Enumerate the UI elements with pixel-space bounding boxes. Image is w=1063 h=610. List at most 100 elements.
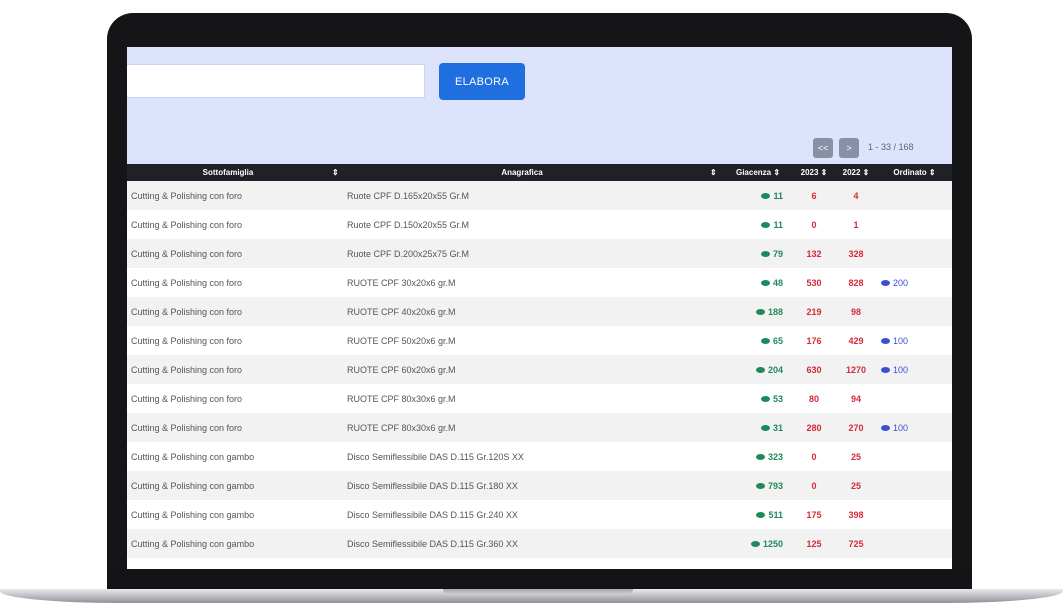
eye-icon[interactable]	[881, 425, 890, 432]
cell-spacer	[329, 529, 337, 558]
cell-year1: 0	[793, 210, 835, 239]
table-row[interactable]: Cutting & Polishing con foro RUOTE CPF 60…	[127, 355, 952, 384]
table-row[interactable]: Cutting & Polishing con foro RUOTE CPF 30…	[127, 268, 952, 297]
cell-spacer	[329, 384, 337, 413]
eye-icon[interactable]	[760, 251, 770, 258]
cell-year1: 125	[793, 529, 835, 558]
cell-spacer	[707, 529, 723, 558]
column-header-stock[interactable]: Giacenza ⇕	[723, 164, 793, 181]
table-row[interactable]: Cutting & Polishing con foro Ruote CPF D.…	[127, 210, 952, 239]
cell-year1: 630	[793, 355, 835, 384]
table-row[interactable]: Cutting & Polishing con foro Ruote CPF D.…	[127, 239, 952, 268]
table-row[interactable]: Cutting & Polishing con gambo Disco Semif…	[127, 500, 952, 529]
cell-year2: 429	[835, 326, 877, 355]
cell-spacer	[329, 268, 337, 297]
cell-orders: 100	[877, 355, 952, 384]
laptop-notch	[443, 589, 633, 595]
cell-orders	[877, 384, 952, 413]
eye-icon[interactable]	[755, 367, 765, 374]
cell-year2: 828	[835, 268, 877, 297]
cell-year1: 132	[793, 239, 835, 268]
cell-stock-value: 79	[772, 248, 783, 259]
table-header-row: Sottofamiglia ⇕ Anagrafica ⇕ Giacenza ⇕ …	[127, 164, 952, 181]
cell-year2: 328	[835, 239, 877, 268]
eye-icon[interactable]	[761, 222, 771, 229]
cell-year2: 25	[835, 471, 877, 500]
table-row[interactable]: Cutting & Polishing con foro RUOTE CPF 50…	[127, 326, 952, 355]
cell-year2: 725	[835, 529, 877, 558]
cell-description: RUOTE CPF 50x20x6 gr.M	[337, 326, 707, 355]
cell-orders	[877, 181, 952, 210]
cell-orders	[877, 529, 952, 558]
eye-icon[interactable]	[881, 367, 890, 374]
cell-spacer	[707, 268, 723, 297]
column-header-orders[interactable]: Ordinato ⇕	[877, 164, 952, 181]
table-body: Cutting & Polishing con foro Ruote CPF D.…	[127, 181, 952, 558]
cell-stock: 65	[723, 326, 793, 355]
cell-family: Cutting & Polishing con foro	[127, 239, 329, 268]
table-row[interactable]: Cutting & Polishing con foro RUOTE CPF 40…	[127, 297, 952, 326]
cell-stock: 511	[723, 500, 793, 529]
table-row[interactable]: Cutting & Polishing con gambo Disco Semif…	[127, 529, 952, 558]
cell-year1: 280	[793, 413, 835, 442]
sort-icon[interactable]: ⇕	[707, 164, 723, 181]
cell-year2: 1	[835, 210, 877, 239]
table-row[interactable]: Cutting & Polishing con foro RUOTE CPF 80…	[127, 384, 952, 413]
eye-icon[interactable]	[760, 280, 770, 287]
cell-family: Cutting & Polishing con foro	[127, 268, 329, 297]
cell-orders: 100	[877, 326, 952, 355]
column-header-family[interactable]: Sottofamiglia	[127, 164, 329, 181]
column-header-year2[interactable]: 2022 ⇕	[835, 164, 877, 181]
eye-icon[interactable]	[881, 338, 890, 345]
cell-stock: 1250	[723, 529, 793, 558]
eye-icon[interactable]	[750, 541, 760, 548]
cell-year2: 1270	[835, 355, 877, 384]
cell-stock-value: 48	[772, 277, 783, 288]
cell-spacer	[329, 326, 337, 355]
search-input[interactable]	[127, 64, 425, 98]
cell-description: RUOTE CPF 80x30x6 gr.M	[337, 384, 707, 413]
eye-icon[interactable]	[760, 338, 770, 345]
cell-family: Cutting & Polishing con foro	[127, 181, 329, 210]
cell-year1: 80	[793, 384, 835, 413]
cell-year1: 175	[793, 500, 835, 529]
cell-year2: 398	[835, 500, 877, 529]
column-header-description[interactable]: Anagrafica	[337, 164, 707, 181]
pager-next-button[interactable]: >	[839, 138, 859, 158]
cell-description: RUOTE CPF 80x30x6 gr.M	[337, 413, 707, 442]
cell-description: Ruote CPF D.200x25x75 Gr.M	[337, 239, 707, 268]
eye-icon[interactable]	[756, 512, 766, 519]
cell-orders-value: 100	[893, 364, 909, 375]
cell-spacer	[707, 326, 723, 355]
screen: ELABORA << > 1 - 33 / 168 Sottofamiglia …	[127, 47, 952, 569]
eye-icon[interactable]	[755, 483, 765, 490]
cell-year1: 219	[793, 297, 835, 326]
cell-spacer	[707, 239, 723, 268]
cell-spacer	[707, 181, 723, 210]
eye-icon[interactable]	[761, 193, 771, 200]
table-row[interactable]: Cutting & Polishing con foro Ruote CPF D.…	[127, 181, 952, 210]
cell-stock-value: 11	[773, 190, 783, 201]
table-row[interactable]: Cutting & Polishing con gambo Disco Semif…	[127, 442, 952, 471]
cell-spacer	[329, 210, 337, 239]
cell-orders	[877, 442, 952, 471]
eye-icon[interactable]	[760, 425, 770, 432]
elabora-button[interactable]: ELABORA	[439, 63, 525, 100]
pager-prev-button[interactable]: <<	[813, 138, 833, 158]
cell-family: Cutting & Polishing con gambo	[127, 529, 329, 558]
eye-icon[interactable]	[755, 454, 765, 461]
cell-spacer	[707, 297, 723, 326]
column-header-year1[interactable]: 2023 ⇕	[793, 164, 835, 181]
cell-stock: 48	[723, 268, 793, 297]
cell-year1: 6	[793, 181, 835, 210]
table-row[interactable]: Cutting & Polishing con gambo Disco Semif…	[127, 471, 952, 500]
table-row[interactable]: Cutting & Polishing con foro RUOTE CPF 80…	[127, 413, 952, 442]
cell-orders: 100	[877, 413, 952, 442]
cell-stock: 53	[723, 384, 793, 413]
eye-icon[interactable]	[755, 309, 765, 316]
cell-year2: 98	[835, 297, 877, 326]
eye-icon[interactable]	[881, 280, 890, 287]
sort-icon[interactable]: ⇕	[329, 164, 337, 181]
cell-family: Cutting & Polishing con foro	[127, 210, 329, 239]
eye-icon[interactable]	[760, 396, 770, 403]
